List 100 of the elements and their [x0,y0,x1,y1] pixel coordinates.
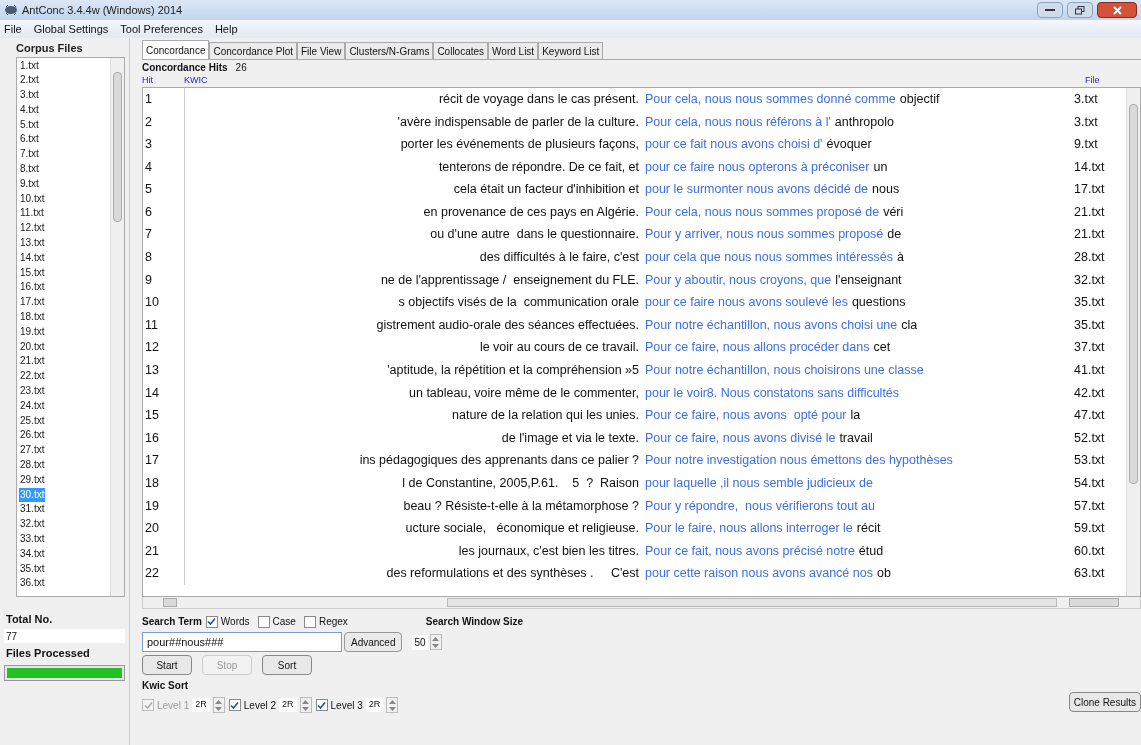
window-size-field[interactable]: 50 [412,634,428,650]
file-list-item[interactable]: 23.txt [19,384,46,399]
spinner-arrows[interactable] [386,697,399,713]
minimize-icon [1045,8,1055,12]
menu-item[interactable]: Global Settings [33,20,109,38]
left-context: porter les événements de plusieurs façons, [399,136,640,154]
file-list-item[interactable]: 5.txt [19,117,40,133]
file-list-item[interactable]: 24.txt [19,398,46,414]
file-list-item[interactable]: 15.txt [19,265,46,281]
file-list-item[interactable]: 32.txt [19,517,46,532]
right-context: de [886,226,902,244]
panel-title: Corpus Files [15,41,84,56]
scroll-thumb[interactable] [1129,104,1138,484]
level-value[interactable]: 2R [365,698,384,712]
hit-number: 3 [143,133,185,156]
file-list-item[interactable]: 20.txt [19,339,46,355]
menu-item[interactable]: Tool Preferences [120,20,203,38]
keyword-match: Pour ce faire, nous avons divisé le [645,429,836,447]
file-list-item[interactable]: 11.txt [19,206,45,222]
file-list-item[interactable]: 34.txt [19,546,46,562]
right-context: cet [872,339,891,357]
file-list-item[interactable]: 26.txt [19,428,46,444]
file-list-item[interactable]: 10.txt [19,191,46,207]
option-label[interactable]: Case [272,614,296,629]
scroll-thumb[interactable] [113,71,122,222]
tab[interactable]: Concordance [142,40,210,59]
spinner-arrows[interactable] [429,634,442,650]
left-context: de l'image et via le texte. [500,429,640,447]
file-list-item[interactable]: 35.txt [19,561,46,577]
file-list-item[interactable]: 16.txt [19,280,46,296]
file-list-item[interactable]: 31.txt [19,502,46,518]
keyword-match: Pour ce faire, nous avons opté pour [645,407,847,425]
tab[interactable]: Clusters/N-Grams [345,42,434,59]
menu-item[interactable]: Help [214,20,238,38]
file-list-item[interactable]: 14.txt [19,250,46,266]
minimize-button[interactable] [1037,2,1063,18]
file-list-item[interactable]: 21.txt [19,354,46,370]
checkbox[interactable] [228,699,241,711]
file-list-item[interactable]: 6.txt [19,132,40,148]
scroll-thumb[interactable] [1069,598,1119,607]
file-name: 21.txt [1074,226,1106,244]
vertical-scrollbar[interactable] [1126,88,1140,596]
file-list-item[interactable]: 7.txt [19,147,40,163]
vertical-scrollbar[interactable] [110,57,124,596]
file-list-item[interactable]: 19.txt [19,324,46,340]
level-label[interactable]: Level 2 [243,697,276,713]
menu-item[interactable]: File [4,20,22,38]
left-context: tenterons de répondre. De ce fait, et [437,158,640,176]
checkbox[interactable] [315,699,328,711]
window-size-label: Search Window Size [425,615,523,629]
search-field[interactable]: pour##nous### [142,632,342,652]
scroll-thumb[interactable] [163,598,177,607]
file-list-item[interactable]: 1.txt [19,58,40,74]
clone-results-button[interactable]: Clone Results [1068,692,1141,712]
right-context: travail [838,429,873,447]
level-value[interactable]: 2R [279,698,297,712]
file-list-item[interactable]: 9.txt [19,176,40,192]
column-header[interactable]: File [1085,74,1141,87]
close-button[interactable] [1097,2,1137,18]
keyword-match: Pour y arriver, nous nous sommes proposé [645,226,884,244]
horizontal-scrollbar[interactable] [142,597,1141,609]
file-list-item[interactable]: 28.txt [19,458,46,473]
file-list-item[interactable]: 18.txt [19,310,46,325]
keyword-match: pour le surmonter nous avons décidé de [645,181,869,199]
file-list-item[interactable]: 12.txt [19,221,46,237]
checkbox[interactable] [257,615,270,628]
file-list-item[interactable]: 13.txt [19,236,46,251]
file-list-item[interactable]: 2.txt [19,73,40,89]
file-list-item[interactable]: 8.txt [19,162,40,177]
file-list-item[interactable]: 29.txt [19,472,46,488]
action-button[interactable]: Sort [262,655,312,675]
checkbox[interactable] [205,615,218,628]
restore-button[interactable] [1067,2,1093,18]
tab[interactable]: Word List [488,42,539,59]
left-context: en provenance de ces pays en Algérie. [422,203,640,221]
file-list-item[interactable]: 22.txt [19,369,46,385]
checkbox[interactable] [303,615,316,628]
file-list-item[interactable]: 25.txt [19,413,46,429]
file-list-item[interactable]: 4.txt [19,102,40,118]
tab[interactable]: File View [297,42,346,59]
right-context: récit [855,520,881,538]
level-label[interactable]: Level 3 [330,697,363,713]
option-label[interactable]: Words [220,614,250,629]
file-name: 14.txt [1074,158,1106,176]
tab[interactable]: Collocates [433,42,489,59]
option-label[interactable]: Regex [318,614,348,629]
file-list-item[interactable]: 27.txt [19,443,46,458]
tab[interactable]: Keyword List [538,42,604,59]
files-processed-label: Files Processed [5,646,91,661]
scroll-thumb[interactable] [447,598,1057,607]
column-header[interactable]: KWIC [184,74,1085,87]
action-button[interactable]: Start [142,655,192,675]
column-header[interactable]: Hit [142,74,184,87]
file-list-item[interactable]: 33.txt [19,532,46,547]
file-list-item[interactable]: 36.txt [19,576,46,592]
keyword-match: Pour notre investigation nous émettons des hypothèses [645,452,953,470]
file-list-item[interactable]: 17.txt [19,295,46,311]
advanced-button[interactable]: Advanced [344,632,403,652]
tab[interactable]: Concordance Plot [209,42,297,59]
file-list-item[interactable]: 3.txt [19,88,40,103]
